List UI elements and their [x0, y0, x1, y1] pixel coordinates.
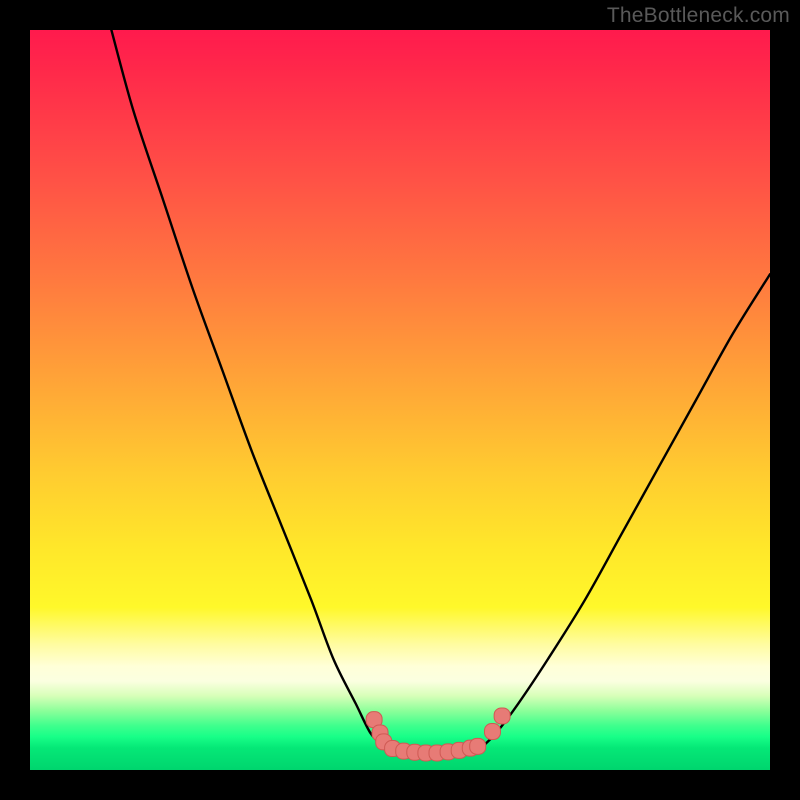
chart-svg: [30, 30, 770, 770]
outer-frame: TheBottleneck.com: [0, 0, 800, 800]
curve-group: [111, 30, 770, 753]
watermark-text: TheBottleneck.com: [607, 4, 790, 28]
highlight-marker: [470, 738, 486, 754]
bottleneck-curve: [111, 30, 770, 753]
highlight-marker: [494, 708, 510, 724]
highlight-marker: [485, 724, 501, 740]
plot-area: [30, 30, 770, 770]
marker-group: [366, 708, 510, 761]
